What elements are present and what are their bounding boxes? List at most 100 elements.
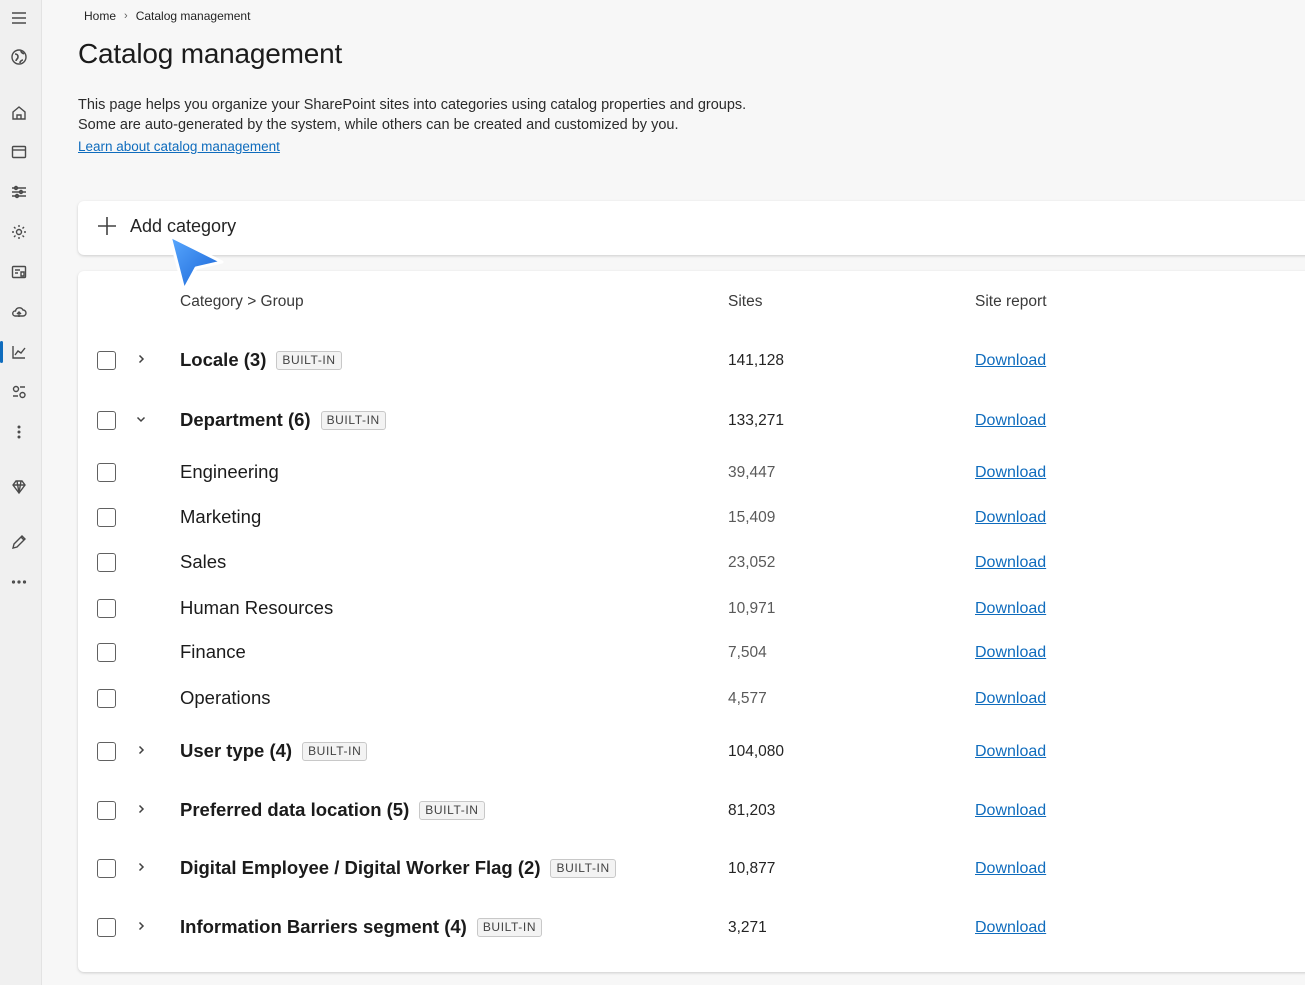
chevron-down-icon[interactable] xyxy=(133,410,149,428)
download-report-link[interactable]: Download xyxy=(975,600,1046,618)
sites-count: 133,271 xyxy=(728,412,785,429)
more-vertical-icon[interactable] xyxy=(9,422,29,442)
download-report-link[interactable]: Download xyxy=(975,743,1046,761)
hamburger-icon[interactable] xyxy=(9,8,29,28)
sites-count: 10,877 xyxy=(728,860,776,877)
description-line-1: This page helps you organize your ShareP… xyxy=(78,97,747,113)
row-checkbox[interactable] xyxy=(97,742,116,761)
download-report-link[interactable]: Download xyxy=(975,919,1046,937)
chart-icon[interactable] xyxy=(9,342,29,362)
row-name-label[interactable]: Digital Employee / Digital Worker Flag (… xyxy=(180,857,540,879)
pencil-icon[interactable] xyxy=(9,532,29,552)
sites-count: 81,203 xyxy=(728,802,776,819)
breadcrumb-separator-icon: › xyxy=(124,10,128,22)
built-in-badge: BUILT-IN xyxy=(276,350,342,370)
download-report-link[interactable]: Download xyxy=(975,690,1046,708)
description-line-2: Some are auto-generated by the system, w… xyxy=(78,117,679,133)
row-name: Preferred data location (5) BUILT-IN xyxy=(180,799,485,821)
group-row[interactable]: Engineering 39,447 Download xyxy=(78,457,1305,487)
download-report-link[interactable]: Download xyxy=(975,860,1046,878)
download-report-link[interactable]: Download xyxy=(975,802,1046,820)
category-row[interactable]: Digital Employee / Digital Worker Flag (… xyxy=(78,853,1305,883)
download-report-link[interactable]: Download xyxy=(975,464,1046,482)
built-in-badge: BUILT-IN xyxy=(476,917,543,937)
category-row[interactable]: Preferred data location (5) BUILT-IN 81,20… xyxy=(78,795,1305,825)
add-category-button[interactable]: Add category xyxy=(96,215,236,237)
group-row[interactable]: Human Resources 10,971 Download xyxy=(78,593,1305,623)
built-in-badge: BUILT-IN xyxy=(550,858,616,878)
sites-count: 39,447 xyxy=(728,464,776,481)
group-row[interactable]: Operations 4,577 Download xyxy=(78,683,1305,713)
row-checkbox[interactable] xyxy=(97,553,116,572)
row-name: Digital Employee / Digital Worker Flag (… xyxy=(180,857,616,879)
sites-count: 23,052 xyxy=(728,554,776,571)
download-report-link[interactable]: Download xyxy=(975,509,1046,527)
breadcrumb-home[interactable]: Home xyxy=(84,9,116,23)
diamond-icon[interactable] xyxy=(9,477,29,497)
built-in-badge: BUILT-IN xyxy=(419,800,485,820)
row-name-label[interactable]: Locale (3) xyxy=(180,349,266,371)
row-name-label: Operations xyxy=(180,687,271,708)
row-checkbox[interactable] xyxy=(97,643,116,662)
row-checkbox[interactable] xyxy=(97,689,116,708)
group-row[interactable]: Finance 7,504 Download xyxy=(78,637,1305,667)
row-checkbox[interactable] xyxy=(97,463,116,482)
row-name: Department (6) BUILT-IN xyxy=(180,409,386,431)
command-bar: Add category xyxy=(78,201,1305,255)
people-settings-icon[interactable] xyxy=(9,382,29,402)
row-name: Sales xyxy=(180,551,226,573)
row-checkbox[interactable] xyxy=(97,508,116,527)
built-in-badge: BUILT-IN xyxy=(320,410,386,430)
column-header-category-group[interactable]: Category > Group xyxy=(180,293,304,311)
row-name-label: Human Resources xyxy=(180,597,334,618)
sites-count: 10,971 xyxy=(728,600,776,617)
group-row[interactable]: Sales 23,052 Download xyxy=(78,547,1305,577)
breadcrumb-current: Catalog management xyxy=(135,9,251,23)
row-name-label: Sales xyxy=(180,551,227,572)
category-row[interactable]: Locale (3) BUILT-IN 141,128 Download xyxy=(78,345,1305,375)
row-checkbox[interactable] xyxy=(97,599,116,618)
sites-count: 7,504 xyxy=(728,644,767,661)
row-checkbox[interactable] xyxy=(97,351,116,370)
download-report-link[interactable]: Download xyxy=(975,644,1046,662)
row-checkbox[interactable] xyxy=(97,918,116,937)
row-name: Locale (3) BUILT-IN xyxy=(180,349,342,371)
column-header-site-report[interactable]: Site report xyxy=(975,293,1047,311)
chevron-right-icon[interactable] xyxy=(133,350,149,368)
row-name: Operations xyxy=(180,687,271,709)
column-header-sites[interactable]: Sites xyxy=(728,293,762,311)
home-icon[interactable] xyxy=(9,103,29,123)
chevron-right-icon[interactable] xyxy=(133,741,149,759)
chevron-right-icon[interactable] xyxy=(133,858,149,876)
row-name: User type (4) BUILT-IN xyxy=(180,740,368,762)
category-row[interactable]: Information Barriers segment (4) BUILT-IN… xyxy=(78,912,1305,942)
download-report-link[interactable]: Download xyxy=(975,352,1046,370)
row-name-label: Finance xyxy=(180,641,246,662)
category-row[interactable]: Department (6) BUILT-IN 133,271 Download xyxy=(78,405,1305,435)
chevron-right-icon[interactable] xyxy=(133,800,149,818)
settings-icon[interactable] xyxy=(9,222,29,242)
row-checkbox[interactable] xyxy=(97,411,116,430)
row-name-label: Marketing xyxy=(180,506,262,527)
row-name-label[interactable]: Preferred data location (5) xyxy=(180,799,409,821)
category-row[interactable]: User type (4) BUILT-IN 104,080 Download xyxy=(78,736,1305,766)
window-icon[interactable] xyxy=(9,142,29,162)
page-title: Catalog management xyxy=(78,38,343,69)
row-name-label[interactable]: User type (4) xyxy=(180,740,292,762)
cloud-icon[interactable] xyxy=(9,302,29,322)
row-name-label[interactable]: Information Barriers segment (4) xyxy=(180,916,467,938)
learn-more-link[interactable]: Learn about catalog management xyxy=(78,139,280,154)
group-row[interactable]: Marketing 15,409 Download xyxy=(78,502,1305,532)
row-name: Human Resources xyxy=(180,597,333,619)
download-report-link[interactable]: Download xyxy=(975,412,1046,430)
row-name-label[interactable]: Department (6) xyxy=(180,409,311,431)
globe-icon[interactable] xyxy=(9,47,29,67)
row-checkbox[interactable] xyxy=(97,859,116,878)
more-horizontal-icon[interactable] xyxy=(9,572,29,592)
row-checkbox[interactable] xyxy=(97,801,116,820)
reports-icon[interactable] xyxy=(9,262,29,282)
chevron-right-icon[interactable] xyxy=(133,917,149,935)
sliders-icon[interactable] xyxy=(9,182,29,202)
sites-count: 141,128 xyxy=(728,352,785,369)
download-report-link[interactable]: Download xyxy=(975,554,1046,572)
